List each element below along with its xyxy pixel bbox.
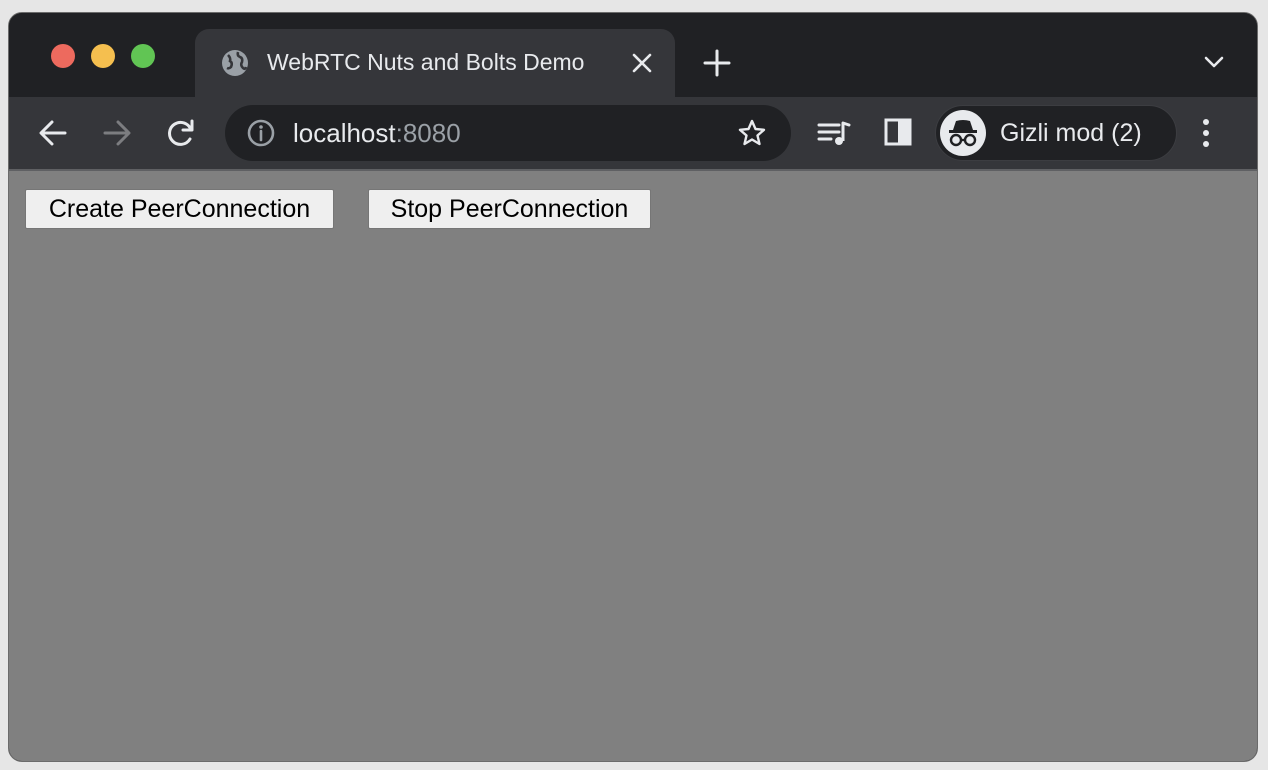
window-maximize-button[interactable] bbox=[131, 44, 155, 68]
tab-strip: WebRTC Nuts and Bolts Demo bbox=[9, 13, 1257, 97]
forward-arrow-icon[interactable] bbox=[101, 117, 133, 149]
url-host: localhost bbox=[293, 118, 396, 148]
stop-peerconnection-button[interactable]: Stop PeerConnection bbox=[368, 189, 651, 229]
profile-label: Gizli mod (2) bbox=[1000, 119, 1142, 147]
bookmark-star-icon[interactable] bbox=[737, 118, 767, 148]
side-panel-icon[interactable] bbox=[883, 117, 913, 147]
more-vert-icon[interactable] bbox=[1199, 115, 1213, 151]
back-arrow-icon[interactable] bbox=[37, 117, 69, 149]
profile-button[interactable]: Gizli mod (2) bbox=[935, 105, 1177, 161]
incognito-icon bbox=[940, 110, 986, 156]
url-port: :8080 bbox=[395, 118, 461, 148]
chevron-down-icon[interactable] bbox=[1203, 53, 1225, 71]
url-text[interactable]: localhost:8080 bbox=[293, 118, 461, 149]
reload-icon[interactable] bbox=[165, 117, 197, 149]
close-icon[interactable] bbox=[631, 52, 653, 74]
globe-icon bbox=[222, 50, 248, 76]
new-tab-button[interactable] bbox=[703, 49, 731, 77]
create-peerconnection-button[interactable]: Create PeerConnection bbox=[25, 189, 334, 229]
window-close-button[interactable] bbox=[51, 44, 75, 68]
info-icon[interactable] bbox=[247, 119, 275, 147]
tab-active[interactable]: WebRTC Nuts and Bolts Demo bbox=[195, 29, 675, 97]
page-content: Create PeerConnection Stop PeerConnectio… bbox=[9, 169, 1257, 761]
tab-title: WebRTC Nuts and Bolts Demo bbox=[267, 49, 585, 75]
toolbar: localhost:8080 Gizli mod (2) bbox=[9, 97, 1257, 169]
browser-window: WebRTC Nuts and Bolts Demo localhost:808… bbox=[8, 12, 1258, 762]
media-control-icon[interactable] bbox=[817, 117, 851, 149]
window-minimize-button[interactable] bbox=[91, 44, 115, 68]
address-bar[interactable]: localhost:8080 bbox=[225, 105, 791, 161]
